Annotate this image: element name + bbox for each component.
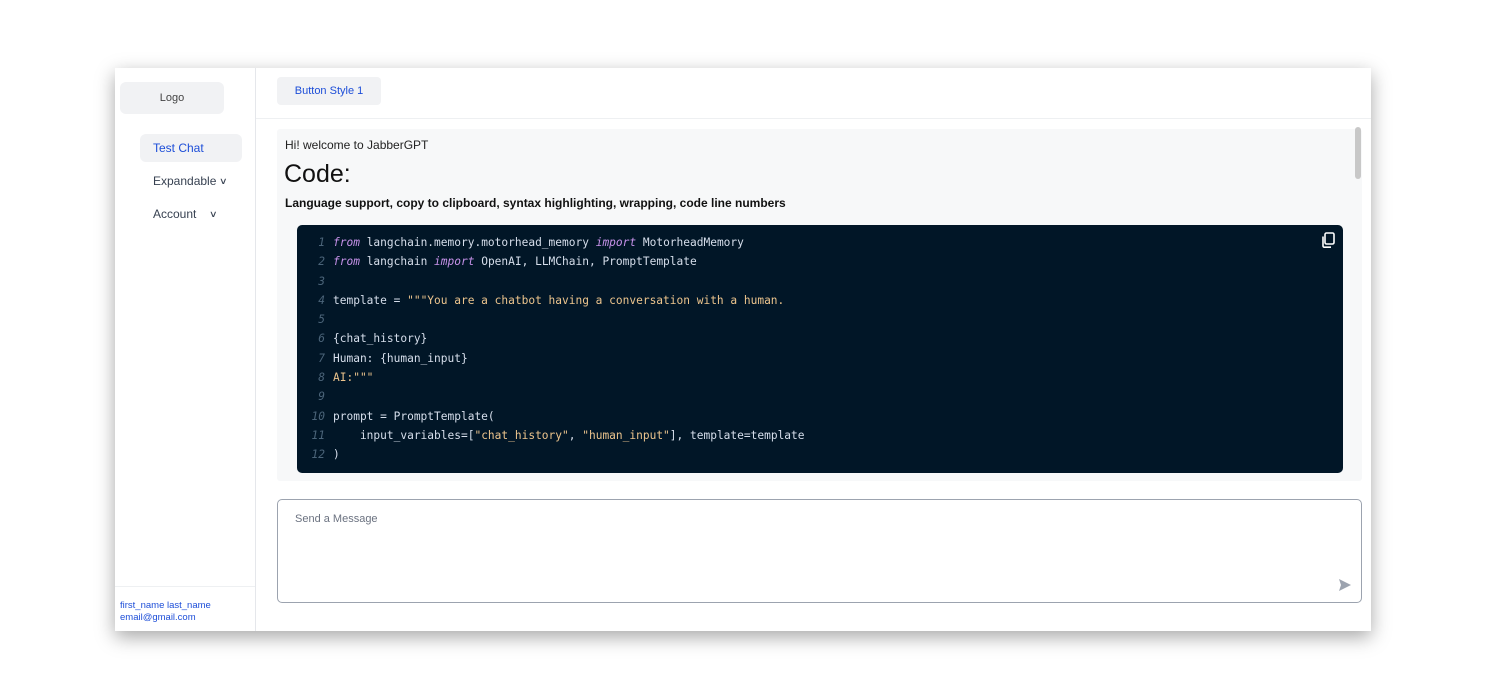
message-composer: [277, 499, 1362, 603]
chevron-down-icon: ∨: [209, 208, 218, 219]
code-line: 12): [307, 445, 805, 464]
code-text: from langchain import OpenAI, LLMChain, …: [333, 255, 697, 269]
sidebar-item-account[interactable]: Account ∨: [140, 200, 218, 228]
code-line: 11 input_variables=["chat_history", "hum…: [307, 426, 805, 445]
sidebar-item-label: Account: [153, 207, 197, 221]
chat-area: Hi! welcome to JabberGPT Code: Language …: [277, 129, 1362, 481]
code-text: input_variables=["chat_history", "human_…: [333, 428, 805, 442]
code-line: 2 from langchain import OpenAI, LLMChain,…: [307, 252, 805, 271]
user-profile[interactable]: first_name last_name email@gmail.com: [115, 586, 255, 631]
app-window: Logo Test Chat Expandable ∨ Account ∨ fi…: [115, 68, 1371, 631]
code-line: 9: [307, 387, 805, 406]
code-text: ): [333, 448, 340, 462]
code-line: 1 from langchain.memory.motorhead_memory …: [307, 233, 805, 252]
line-number: 8: [318, 371, 325, 385]
sidebar: Logo Test Chat Expandable ∨ Account ∨ fi…: [115, 68, 256, 631]
top-bar: Button Style 1: [256, 68, 1371, 119]
sidebar-item-label: Test Chat: [153, 141, 204, 155]
sidebar-item-test-chat[interactable]: Test Chat: [140, 134, 242, 162]
code-line: 7 Human: {human_input}: [307, 349, 805, 368]
button-style-1[interactable]: Button Style 1: [277, 77, 381, 105]
code-line: 6 {chat_history}: [307, 329, 805, 348]
line-number: 1: [318, 236, 325, 249]
message-input[interactable]: [278, 500, 1361, 602]
message-subheading: Language support, copy to clipboard, syn…: [285, 196, 786, 210]
line-number: 7: [318, 351, 325, 365]
code-block: 1 from langchain.memory.motorhead_memory …: [297, 225, 1343, 473]
send-icon[interactable]: [1338, 578, 1352, 592]
message-heading: Code:: [284, 160, 351, 188]
line-number: 6: [318, 332, 325, 346]
code-text: Human: {human_input}: [333, 351, 468, 365]
line-number: 4: [318, 293, 325, 307]
chevron-down-icon: ∨: [219, 175, 228, 186]
line-number: 11: [311, 428, 325, 442]
copy-icon[interactable]: [1319, 231, 1337, 249]
code-lines: 1 from langchain.memory.motorhead_memory …: [307, 233, 805, 465]
chat-scrollbar[interactable]: [1355, 127, 1361, 179]
line-number: 9: [318, 390, 325, 404]
user-email: email@gmail.com: [120, 612, 196, 623]
line-number: 10: [311, 409, 325, 423]
line-number: 2: [318, 255, 325, 269]
code-line: 5: [307, 310, 805, 329]
main-panel: Button Style 1 Hi! welcome to JabberGPT …: [256, 68, 1371, 631]
code-text: {chat_history}: [333, 332, 428, 346]
logo: Logo: [120, 82, 224, 114]
code-line: 10 prompt = PromptTemplate(: [307, 407, 805, 426]
user-name: first_name last_name: [120, 600, 211, 611]
code-text: template = """You are a chatbot having a…: [333, 293, 785, 307]
sidebar-item-expandable[interactable]: Expandable ∨: [140, 167, 228, 195]
code-line: 8 AI:""": [307, 368, 805, 387]
line-number: 3: [318, 274, 325, 288]
line-number: 5: [318, 313, 325, 327]
code-line: 3: [307, 272, 805, 291]
sidebar-item-label: Expandable: [153, 174, 217, 188]
code-line: 4 template = """You are a chatbot having …: [307, 291, 805, 310]
code-text: prompt = PromptTemplate(: [333, 409, 495, 423]
line-number: 12: [311, 448, 325, 462]
code-text: AI:""": [333, 371, 374, 385]
welcome-message: Hi! welcome to JabberGPT: [285, 138, 429, 152]
code-text: from langchain.memory.motorhead_memory i…: [333, 236, 744, 249]
